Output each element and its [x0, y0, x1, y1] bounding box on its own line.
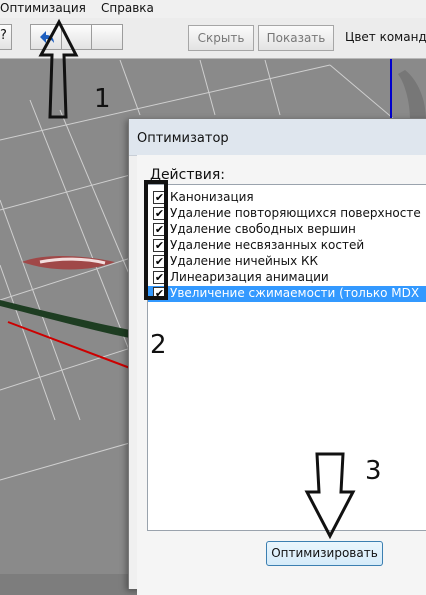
- actions-listbox[interactable]: ✔ Канонизация ✔ Удаление повторяющихся п…: [147, 184, 426, 531]
- step-number-2: 2: [150, 330, 167, 360]
- step-number-3: 3: [365, 456, 382, 486]
- action-item-linearize-animation[interactable]: ✔ Линеаризация анимации: [148, 270, 426, 286]
- action-item-remove-unlinked-bones[interactable]: ✔ Удаление несвязанных костей: [148, 238, 426, 254]
- action-label: Удаление несвязанных костей: [170, 238, 365, 252]
- toolbar-button-empty[interactable]: [91, 24, 123, 50]
- hide-button[interactable]: Скрыть: [188, 25, 254, 51]
- action-item-remove-free-vertices[interactable]: ✔ Удаление свободных вершин: [148, 222, 426, 238]
- dialog-title: Оптимизатор: [137, 131, 229, 146]
- undo-icon: [40, 31, 54, 43]
- menu-optimization[interactable]: Оптимизация: [0, 1, 86, 15]
- action-item-remove-orphan-kk[interactable]: ✔ Удаление ничейных КК: [148, 254, 426, 270]
- action-label: Канонизация: [170, 190, 254, 204]
- show-button[interactable]: Показать: [258, 25, 334, 51]
- redo-button[interactable]: [61, 24, 92, 50]
- optimize-button[interactable]: Оптимизировать: [266, 541, 383, 566]
- action-label: Удаление повторяющихся поверхносте: [170, 206, 421, 220]
- action-label: Линеаризация анимации: [170, 270, 329, 284]
- action-label: Удаление свободных вершин: [170, 222, 356, 236]
- step-number-1: 1: [94, 84, 111, 114]
- action-item-canonization[interactable]: ✔ Канонизация: [148, 190, 426, 206]
- question-icon: ?: [0, 28, 7, 43]
- action-label: Увеличение сжимаемости (только MDX: [170, 286, 420, 300]
- menu-help[interactable]: Справка: [101, 1, 154, 15]
- toolbar: ? Скрыть Показать Цвет команд: [0, 18, 426, 59]
- model-horn-shape: [398, 70, 426, 120]
- help-button[interactable]: ?: [0, 24, 12, 50]
- checkbox-highlight-frame: [144, 180, 168, 300]
- menu-bar: Оптимизация Справка: [0, 0, 426, 18]
- undo-button[interactable]: [30, 24, 62, 50]
- action-item-remove-duplicate-faces[interactable]: ✔ Удаление повторяющихся поверхносте: [148, 206, 426, 222]
- team-color-label: Цвет команд: [345, 30, 426, 44]
- action-item-increase-compression[interactable]: ✔ Увеличение сжимаемости (только MDX: [148, 286, 426, 302]
- dialog-titlebar[interactable]: Оптимизатор: [129, 119, 426, 156]
- action-label: Удаление ничейных КК: [170, 254, 319, 268]
